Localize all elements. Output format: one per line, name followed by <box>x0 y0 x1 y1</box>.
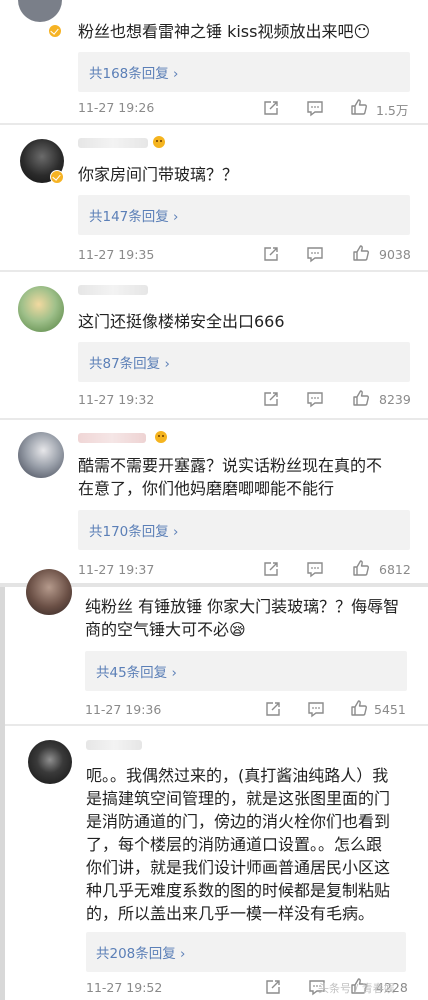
like-count: 6812 <box>379 562 411 577</box>
comment-text-line: 是搞建筑空间管理的，就是这张图里面的门 <box>86 789 391 808</box>
comment-text: 你家房间门带玻璃？？ <box>78 163 418 186</box>
username-blurred <box>78 433 146 443</box>
comment-item: 粉丝也想看雷神之锤 kiss视频放出来吧😶 共168条回复 › 11-27 19… <box>0 0 428 122</box>
comment-timestamp: 11-27 19:32 <box>78 392 155 407</box>
view-replies-link[interactable]: 共168条回复 › <box>89 62 178 82</box>
share-icon[interactable] <box>264 978 282 996</box>
avatar[interactable] <box>26 569 72 615</box>
comment-timestamp: 11-27 19:26 <box>78 100 155 115</box>
comment-item: 纯粉丝 有锤放锤 你家大门装玻璃？？侮辱智 商的空气锤大可不必😪 共45条回复 … <box>0 569 428 725</box>
avatar[interactable] <box>18 286 64 332</box>
comment-text: 纯粉丝 有锤放锤 你家大门装玻璃？？侮辱智 商的空气锤大可不必😪 <box>85 595 423 641</box>
share-icon[interactable] <box>262 390 280 408</box>
avatar[interactable] <box>18 432 64 478</box>
comment-icon[interactable] <box>307 700 325 718</box>
comment-timestamp: 11-27 19:52 <box>86 980 163 995</box>
comment-text-line: 粉丝也想看雷神之锤 kiss视频放出来吧😶 <box>78 22 371 41</box>
comment-text-line: 你们讲，就是我们设计师画普通居民小区这 <box>86 858 391 877</box>
comment-item: 这门还挺像楼梯安全出口666 共87条回复 › 11-27 19:32 8239 <box>0 272 428 418</box>
comment-text: 呃。。我偶然过来的，(真打酱油纯路人）我 是搞建筑空间管理的，就是这张图里面的门… <box>86 764 424 925</box>
like-count: 1.5万 <box>376 103 409 118</box>
thumbs-up-icon[interactable] <box>350 699 368 717</box>
comment-text-line: 这门还挺像楼梯安全出口666 <box>78 312 285 331</box>
like-count: 8239 <box>379 392 411 407</box>
like-count: 9038 <box>379 247 411 262</box>
view-replies-link[interactable]: 共147条回复 › <box>89 205 178 225</box>
comment-text-line: 你家房间门带玻璃？？ <box>78 165 239 184</box>
comment-timestamp: 11-27 19:37 <box>78 562 155 577</box>
share-icon[interactable] <box>262 560 280 578</box>
view-replies-link[interactable]: 共87条回复 › <box>89 352 170 372</box>
comment-icon[interactable] <box>306 245 324 263</box>
comment-text-line: 酷需不需要开塞露？说实话粉丝现在真的不 <box>78 456 383 475</box>
reply-box[interactable]: 共45条回复 › <box>85 651 407 691</box>
username-blurred <box>86 740 142 750</box>
share-icon[interactable] <box>262 245 280 263</box>
username-blurred <box>78 285 148 295</box>
avatar[interactable] <box>28 740 72 784</box>
share-icon[interactable] <box>264 700 282 718</box>
comment-icon[interactable] <box>306 390 324 408</box>
view-replies-link[interactable]: 共170条回复 › <box>89 520 178 540</box>
comment-timestamp: 11-27 19:35 <box>78 247 155 262</box>
comment-text-line: 呃。。我偶然过来的，(真打酱油纯路人）我 <box>86 766 389 785</box>
verified-badge-icon <box>48 24 62 38</box>
comment-item: 你家房间门带玻璃？？ 共147条回复 › 11-27 19:35 9038 <box>0 125 428 271</box>
comment-item: 呃。。我偶然过来的，(真打酱油纯路人）我 是搞建筑空间管理的，就是这张图里面的门… <box>0 726 428 1000</box>
emoji-badge-icon <box>155 431 167 443</box>
reply-box[interactable]: 共168条回复 › <box>78 52 410 92</box>
comment-icon[interactable] <box>306 99 324 117</box>
comment-text-line: 种几乎无难度系数的图的时候都是复制粘贴 <box>86 881 391 900</box>
comment-text: 这门还挺像楼梯安全出口666 <box>78 310 418 333</box>
thumbs-up-icon[interactable] <box>350 98 368 116</box>
comment-text: 酷需不需要开塞露？说实话粉丝现在真的不 在意了，你们他妈磨磨唧唧能不能行 <box>78 454 423 500</box>
comment-text: 粉丝也想看雷神之锤 kiss视频放出来吧😶 <box>78 20 418 43</box>
view-replies-link[interactable]: 共45条回复 › <box>96 661 177 681</box>
comment-text-line: 纯粉丝 有锤放锤 你家大门装玻璃？？侮辱智 <box>85 597 400 616</box>
view-replies-link[interactable]: 共208条回复 › <box>96 942 185 962</box>
comment-text-line: 是消防通道的门，傍边的消火栓你们也看到 <box>86 812 391 831</box>
emoji-badge-icon <box>153 136 165 148</box>
comment-icon[interactable] <box>306 560 324 578</box>
share-icon[interactable] <box>262 99 280 117</box>
reply-box[interactable]: 共208条回复 › <box>86 932 406 972</box>
comment-text-line: 的，所以盖出来几乎一模一样没有毛病。 <box>86 904 375 923</box>
watermark: 头条号 / 青春娱 <box>318 982 395 995</box>
comment-text-line: 了，每个楼层的消防通道口设置。。怎么跟 <box>86 835 383 854</box>
reply-box[interactable]: 共87条回复 › <box>78 342 410 382</box>
reply-box[interactable]: 共147条回复 › <box>78 195 410 235</box>
reply-box[interactable]: 共170条回复 › <box>78 510 410 550</box>
thumbs-up-icon[interactable] <box>352 244 370 262</box>
comment-text-line: 在意了，你们他妈磨磨唧唧能不能行 <box>78 479 335 498</box>
thumbs-up-icon[interactable] <box>352 559 370 577</box>
comment-text-line: 商的空气锤大可不必😪 <box>85 620 246 639</box>
like-count: 5451 <box>374 702 406 717</box>
comment-item: 酷需不需要开塞露？说实话粉丝现在真的不 在意了，你们他妈磨磨唧唧能不能行 共17… <box>0 420 428 584</box>
verified-badge-icon <box>50 170 64 184</box>
thumbs-up-icon[interactable] <box>352 389 370 407</box>
avatar[interactable] <box>18 0 62 22</box>
comment-timestamp: 11-27 19:36 <box>85 702 162 717</box>
username-blurred <box>78 138 148 148</box>
